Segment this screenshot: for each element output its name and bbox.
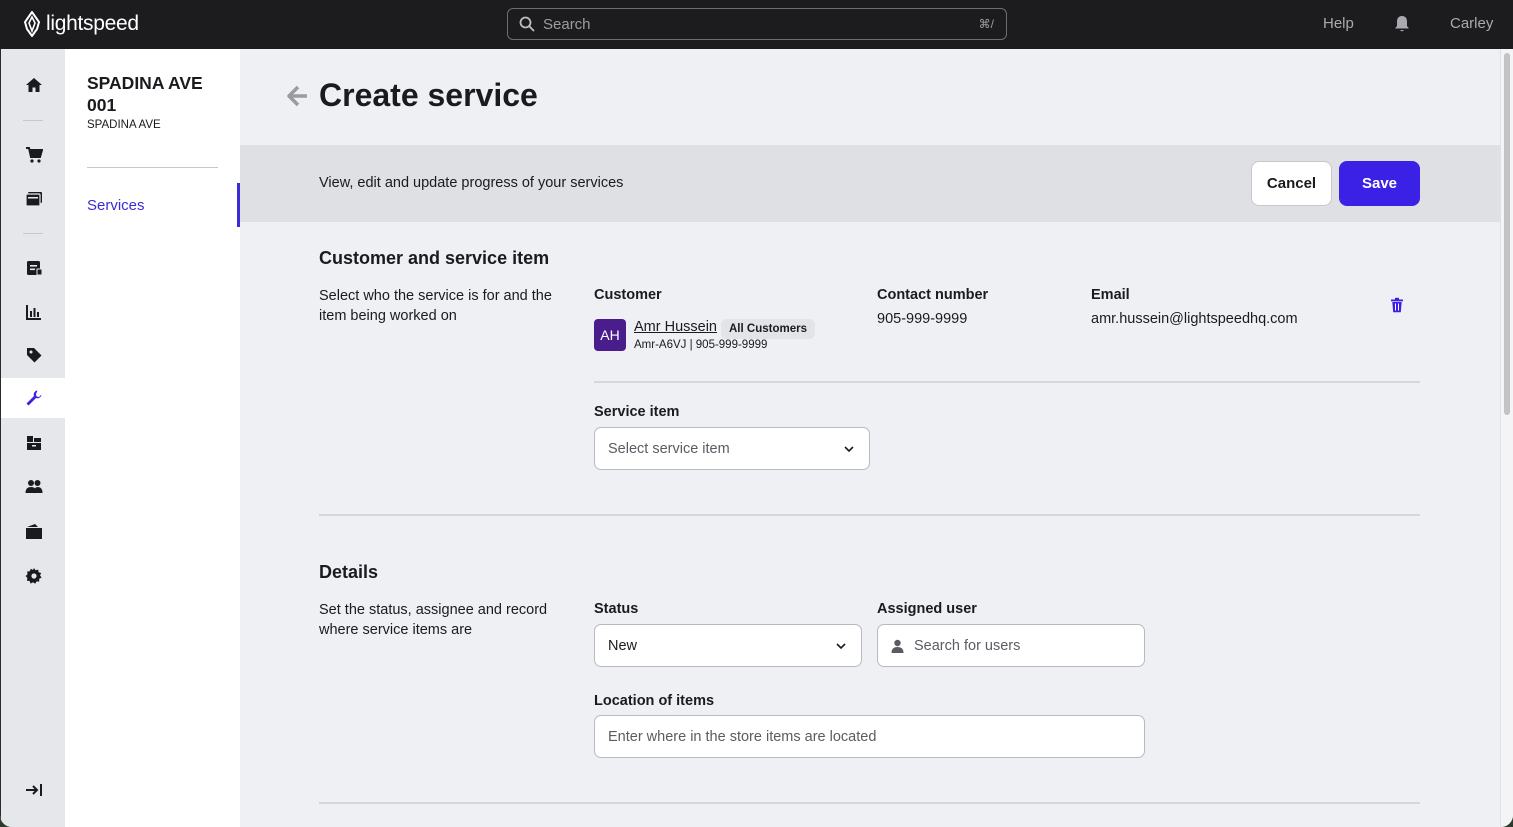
service-item-label: Service item — [594, 404, 680, 420]
user-icon — [891, 639, 904, 653]
customer-name-link[interactable]: Amr Hussein — [634, 319, 717, 335]
user-menu[interactable]: Carley — [1450, 15, 1493, 32]
nav-invoices[interactable] — [1, 248, 66, 288]
avatar: AH — [594, 319, 626, 351]
top-bar: lightspeed ⌘/ Help Carley — [0, 0, 1513, 49]
location-input[interactable] — [608, 728, 1144, 745]
settings-icon — [25, 568, 42, 584]
section-title-customer: Customer and service item — [319, 248, 550, 268]
global-search[interactable]: ⌘/ — [507, 8, 1007, 40]
customer-group-badge: All Customers — [721, 319, 815, 339]
assigned-user-input[interactable] — [914, 637, 1144, 654]
inventory-icon — [26, 436, 41, 450]
nav-inventory[interactable] — [1, 423, 66, 463]
rail-collapse-toggle[interactable] — [1, 770, 66, 810]
search-input[interactable] — [543, 15, 979, 33]
customer-sub-info: Amr-A6VJ | 905-999-9999 — [634, 339, 768, 351]
home-icon — [25, 78, 42, 92]
invoice-icon — [26, 261, 42, 276]
nav-home[interactable] — [1, 65, 66, 105]
assigned-user-label: Assigned user — [877, 601, 977, 617]
banner-description: View, edit and update progress of your s… — [319, 175, 624, 191]
nav-customers[interactable] — [1, 467, 66, 507]
section-desc-customer: Select who the service is for and the it… — [319, 288, 552, 324]
trash-icon[interactable] — [1390, 297, 1404, 313]
contact-number-label: Contact number — [877, 287, 989, 303]
search-icon — [519, 16, 535, 32]
location-label: Location of items — [594, 693, 715, 709]
collapse-icon — [25, 784, 42, 796]
nav-sales[interactable] — [1, 135, 66, 175]
action-banner: View, edit and update progress of your s… — [240, 145, 1500, 222]
folder-icon — [25, 524, 42, 539]
field-divider — [594, 381, 1420, 383]
brand-name: lightspeed — [46, 12, 139, 35]
cart-icon — [25, 147, 43, 163]
app-window: lightspeed ⌘/ Help Carley — [0, 0, 1513, 827]
bell-icon[interactable] — [1394, 15, 1410, 33]
nav-products[interactable] — [1, 335, 66, 375]
nav-services[interactable] — [1, 378, 66, 418]
help-link[interactable]: Help — [1323, 15, 1354, 32]
status-value: New — [608, 637, 638, 654]
vertical-scrollbar[interactable] — [1500, 49, 1513, 827]
nav-ecommerce[interactable] — [1, 512, 66, 552]
store-subtitle: SPADINA AVE — [87, 119, 161, 131]
status-label: Status — [594, 601, 639, 617]
email-label: Email — [1091, 287, 1130, 303]
reports-icon — [25, 305, 41, 320]
nav-reports[interactable] — [1, 292, 66, 332]
chevron-down-icon — [844, 446, 854, 453]
rail-divider — [23, 233, 43, 234]
subnav-divider — [87, 167, 218, 168]
brand-logo[interactable]: lightspeed — [22, 11, 139, 37]
email-value: amr.hussein@lightspeedhq.com — [1091, 311, 1298, 327]
search-shortcut: ⌘/ — [978, 17, 994, 31]
page-title: Create service — [319, 77, 538, 113]
rail-divider — [23, 120, 43, 121]
subnav-item-services[interactable]: Services — [65, 183, 240, 227]
contact-number-value: 905-999-9999 — [877, 311, 968, 327]
section-desc-details: Set the status, assignee and record wher… — [319, 602, 548, 638]
back-arrow-icon[interactable] — [287, 84, 309, 108]
flame-logo-icon — [23, 11, 41, 37]
section-divider — [319, 802, 1420, 804]
nav-register[interactable] — [1, 179, 66, 219]
service-item-placeholder: Select service item — [608, 440, 730, 457]
icon-rail — [0, 49, 66, 827]
assigned-user-field[interactable] — [877, 624, 1145, 667]
customer-label: Customer — [594, 287, 662, 303]
register-icon — [24, 192, 42, 207]
store-name: SPADINA AVE 001 — [87, 73, 203, 115]
main-content: Create service View, edit and update pro… — [240, 49, 1500, 827]
tag-icon — [26, 348, 41, 363]
section-divider — [319, 514, 1420, 516]
nav-settings[interactable] — [1, 556, 66, 596]
save-button[interactable]: Save — [1339, 161, 1420, 206]
customers-icon — [25, 480, 42, 493]
service-item-select[interactable]: Select service item — [594, 427, 870, 470]
wrench-icon — [26, 390, 41, 406]
secondary-sidebar: SPADINA AVE 001 SPADINA AVE Services — [65, 49, 240, 827]
chevron-down-icon — [836, 643, 846, 650]
status-select[interactable]: New — [594, 624, 862, 667]
section-title-details: Details — [319, 562, 379, 582]
location-field[interactable] — [594, 715, 1145, 758]
scrollbar-thumb[interactable] — [1504, 53, 1510, 415]
cancel-button[interactable]: Cancel — [1251, 161, 1332, 206]
